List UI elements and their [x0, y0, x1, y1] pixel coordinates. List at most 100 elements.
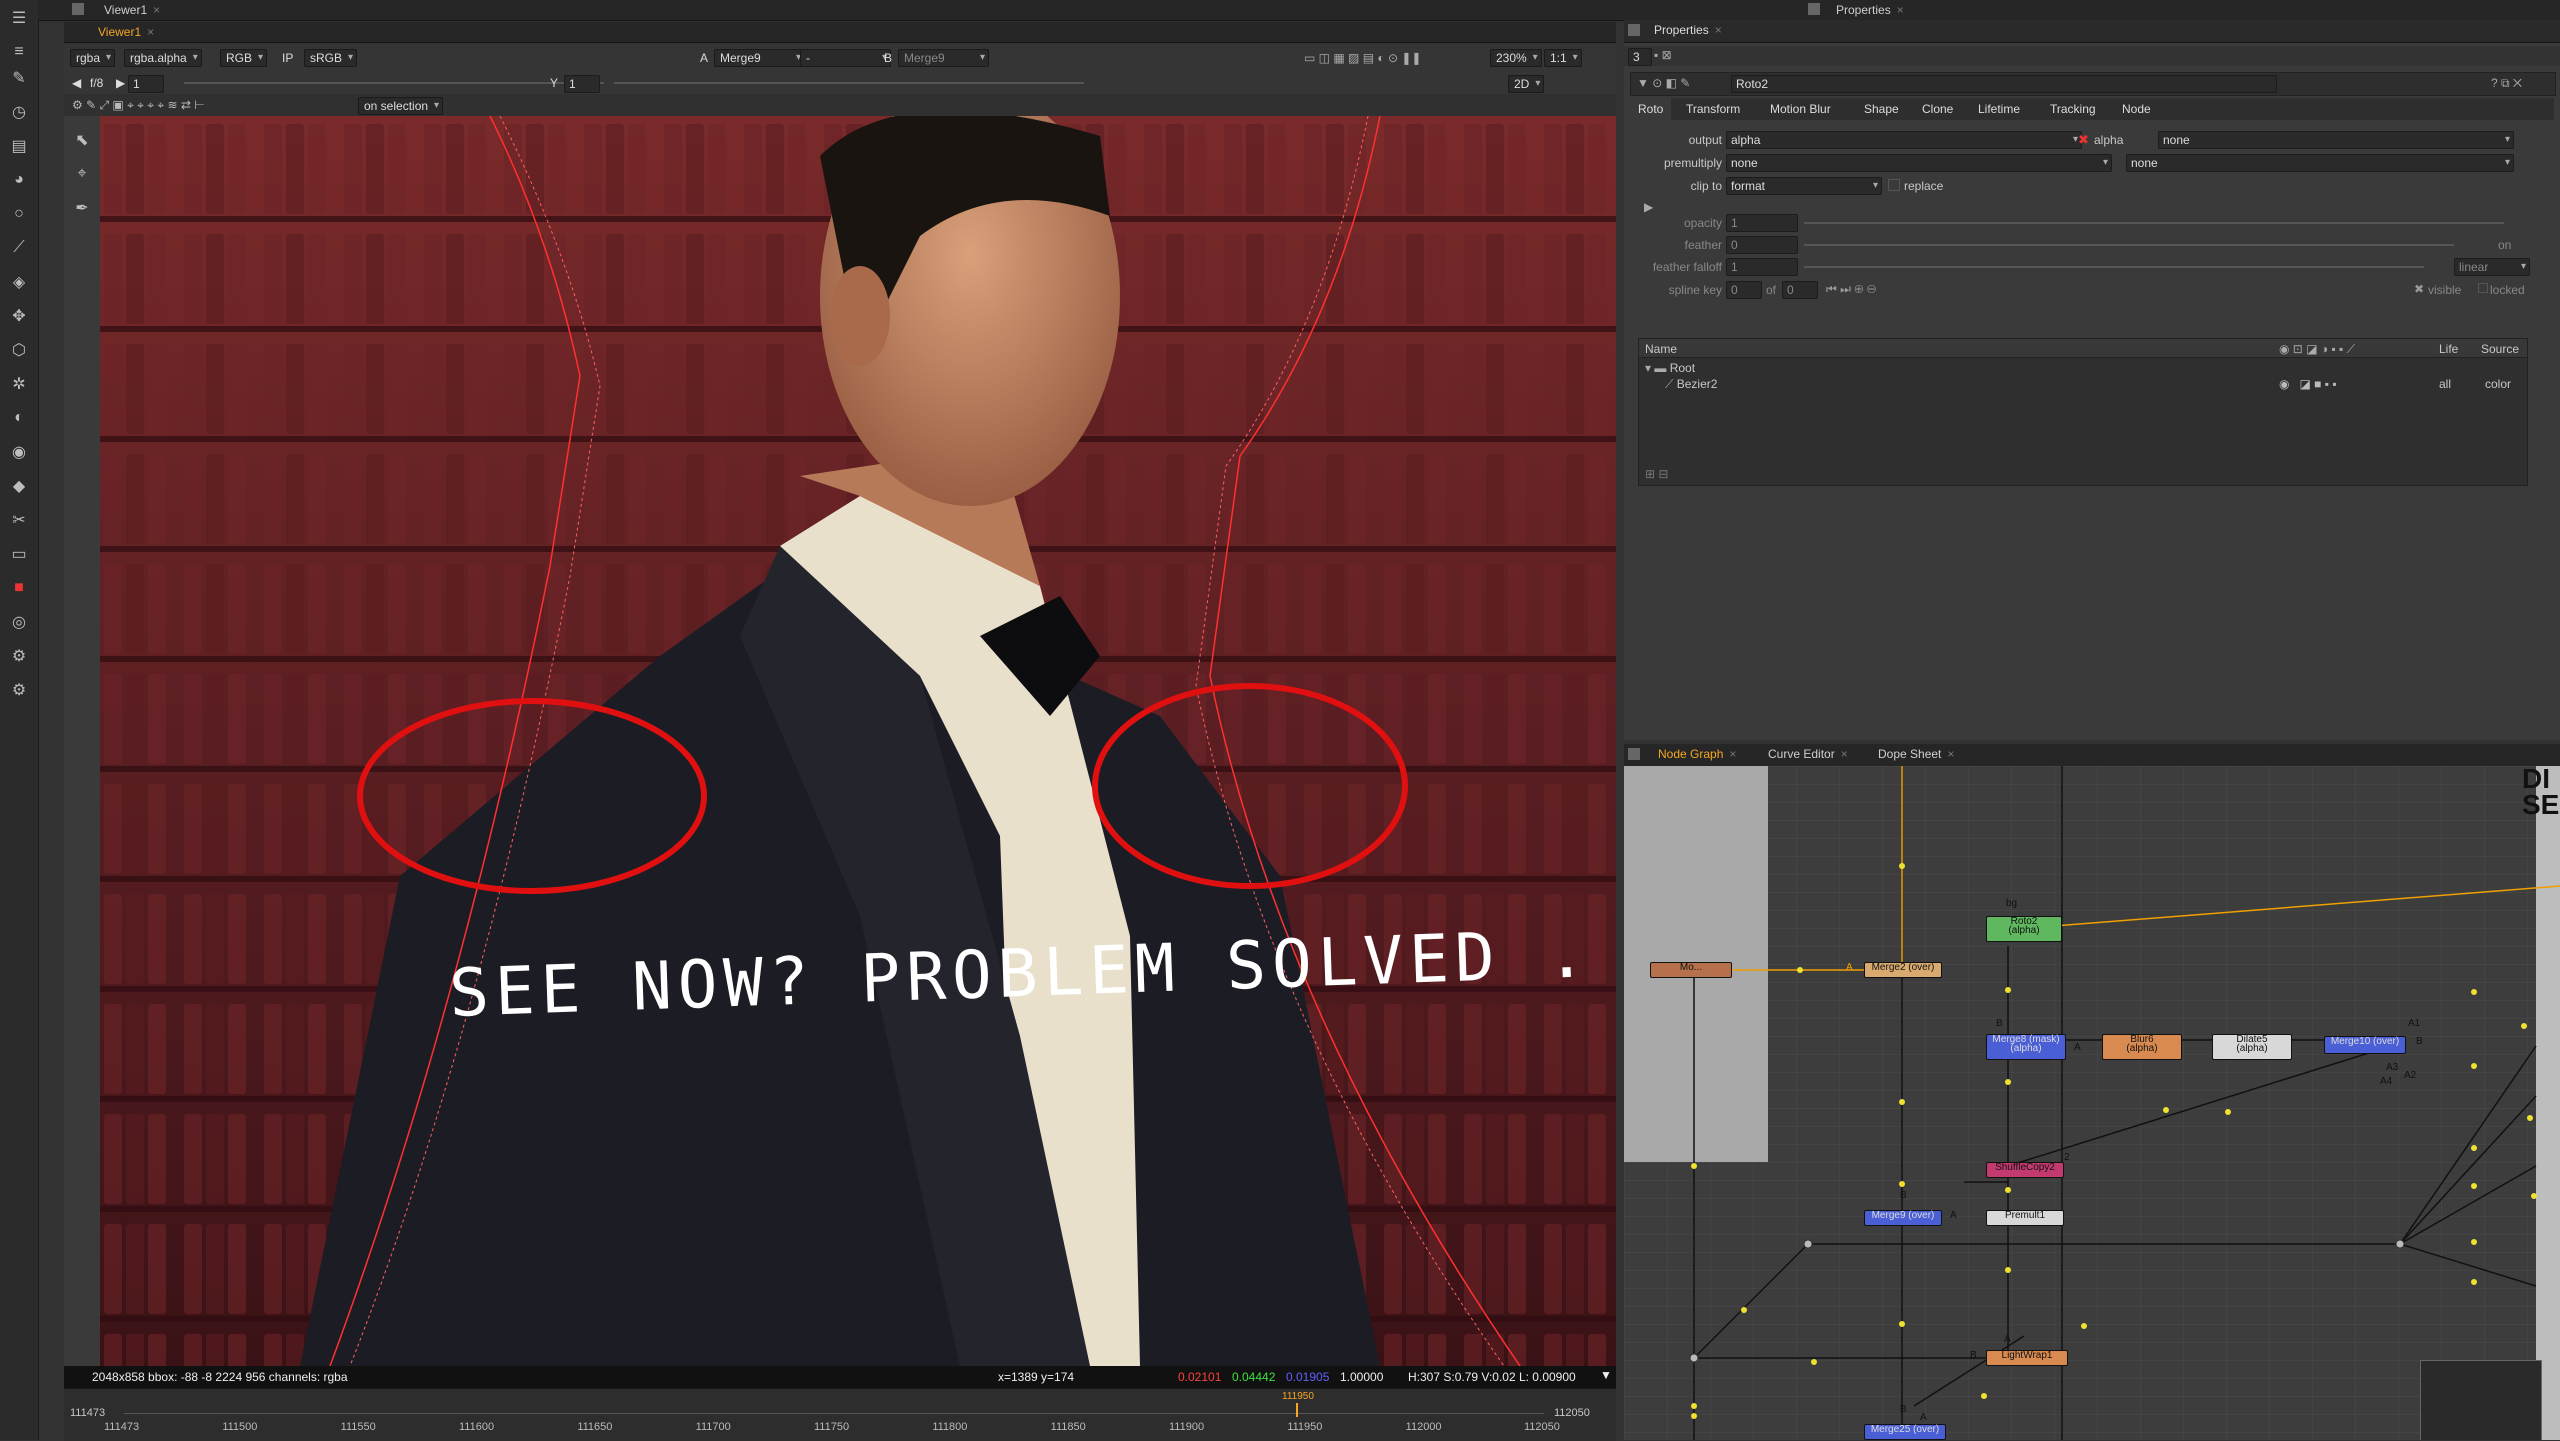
navigator-minimap[interactable]	[2420, 1360, 2542, 1440]
node-lightwrap1[interactable]: LightWrap1	[1986, 1350, 2068, 1366]
opacity-field[interactable]: 1	[1726, 214, 1798, 232]
viewer-image[interactable]: SEE NOW? PROBLEM SOLVED .	[100, 116, 1616, 1366]
output-right-dropdown[interactable]: none	[2158, 131, 2514, 149]
gain-slider[interactable]	[184, 82, 604, 84]
circle-icon[interactable]: ○	[7, 202, 31, 226]
next-icon[interactable]: ▶	[116, 74, 125, 92]
tab-motion-blur[interactable]: Motion Blur	[1762, 98, 1839, 120]
input-b-dropdown[interactable]: Merge9	[898, 49, 989, 67]
node-left[interactable]: Mo...	[1650, 962, 1732, 978]
node-merge9[interactable]: Merge9 (over)	[1864, 1210, 1942, 1226]
playhead[interactable]	[1296, 1403, 1298, 1417]
premultiply-dropdown[interactable]: none	[1726, 154, 2112, 172]
node-merge25[interactable]: Merge25 (over)	[1864, 1424, 1946, 1440]
roto-tool-icons[interactable]: ⚙ ✎ ⤢ ▣ ⌖ ⌖ ⌖ ⌖ ≋ ⇄ ⊢	[72, 96, 205, 114]
compare-dropdown[interactable]: -	[800, 49, 891, 67]
of-field[interactable]: 0	[1782, 281, 1818, 299]
clip-to-dropdown[interactable]: format	[1726, 177, 1882, 195]
node-roto2[interactable]: Roto2 (alpha)	[1986, 916, 2062, 942]
gizmo2-icon[interactable]: ⚙	[7, 678, 31, 702]
viewer-tools-icons[interactable]: ▭ ◫ ▦ ▨ ▤ ◐ ⊙ ❚❚	[1304, 49, 1421, 67]
premultiply-right-dropdown[interactable]: none	[2126, 154, 2514, 172]
feather-falloff-field[interactable]: 1	[1726, 258, 1798, 276]
menu-icon[interactable]: ☰	[7, 6, 31, 30]
pane-menu-icon[interactable]	[72, 3, 84, 15]
node-dilate5[interactable]: Dilate5 (alpha)	[2212, 1034, 2292, 1060]
tab-properties[interactable]: Properties ×	[1646, 20, 1730, 40]
tab-tracking[interactable]: Tracking	[2042, 98, 2104, 120]
gizmo-icon[interactable]: ⚙	[7, 644, 31, 668]
brush-icon[interactable]: ⟋	[7, 236, 31, 260]
layer-dropdown[interactable]: rgba.alpha	[124, 49, 202, 67]
tree-add-remove-buttons[interactable]: ⊞ ⊟	[1645, 467, 1668, 481]
replace-checkbox[interactable]	[1888, 179, 1900, 191]
select-tool-icon[interactable]: ⬉	[70, 128, 94, 152]
tab-viewer1[interactable]: Viewer1 ×	[90, 22, 162, 42]
opacity-slider[interactable]	[1804, 222, 2504, 224]
shape-flags-icons[interactable]: ◉ ◪ ■ ▪ ▪	[2279, 377, 2337, 391]
feather-field[interactable]: 0	[1726, 236, 1798, 254]
max-panels-field[interactable]: 3	[1628, 48, 1652, 66]
node-premult1[interactable]: Premult1	[1986, 1210, 2064, 1226]
frame-field[interactable]: 1	[128, 75, 164, 93]
feather-falloff-slider[interactable]	[1804, 266, 2424, 268]
tab-node-graph[interactable]: Node Graph ×	[1650, 744, 1744, 764]
pane-menu-icon-3[interactable]	[1628, 748, 1640, 760]
props-pane-menu-icon[interactable]	[1808, 3, 1820, 15]
tab-clone[interactable]: Clone	[1914, 98, 1961, 120]
timeline-end[interactable]: 112050	[1554, 1407, 1590, 1419]
node-blur6[interactable]: Blur6 (alpha)	[2102, 1034, 2182, 1060]
plugin-icon[interactable]: ■	[7, 576, 31, 600]
stack-icon[interactable]: ▤	[7, 134, 31, 158]
tab-curve-editor[interactable]: Curve Editor ×	[1760, 744, 1856, 764]
globe-icon[interactable]: ◎	[7, 610, 31, 634]
folder-icon[interactable]: ▭	[7, 542, 31, 566]
bezier-tool-icon[interactable]: ✒	[70, 196, 94, 220]
tab-properties-top[interactable]: Properties ×	[1828, 0, 1912, 20]
node-shufflecopy[interactable]: ShuffleCopy2	[1986, 1162, 2064, 1178]
zoom-dropdown[interactable]: 230%	[1490, 49, 1542, 67]
alpha-checkbox[interactable]: ✖	[2078, 132, 2089, 148]
tab-node[interactable]: Node	[2114, 98, 2159, 120]
output-dropdown[interactable]: alpha	[1726, 131, 2082, 149]
key-nav-icons[interactable]: ⏮ ⏭ ⊕ ⊖	[1826, 282, 1876, 297]
tab-shape[interactable]: Shape	[1856, 98, 1907, 120]
falloff-type-dropdown[interactable]: linear	[2454, 258, 2530, 276]
input-a-dropdown[interactable]: Merge9	[714, 49, 805, 67]
channels-icon[interactable]: ◈	[7, 270, 31, 294]
tag-icon[interactable]: ◆	[7, 474, 31, 498]
layers-icon[interactable]: ≡	[7, 40, 31, 64]
channels-dropdown[interactable]: rgba	[70, 49, 116, 67]
node-graph-canvas[interactable]: Roto2 (alpha) bg Merge2 (over) Mo... Merg…	[1624, 766, 2560, 1440]
lock-icon[interactable]: ▪ ⊠	[1654, 48, 1672, 62]
node-merge10[interactable]: Merge10 (over)	[2324, 1036, 2406, 1054]
status-menu-icon[interactable]: ▼	[1600, 1368, 1612, 1382]
node-name-field[interactable]: Roto2	[1731, 75, 2277, 93]
tree-root-row[interactable]: ▾ ▬ Root	[1645, 361, 1695, 375]
particle-icon[interactable]: ✲	[7, 372, 31, 396]
prev-icon[interactable]: ◀	[72, 74, 81, 92]
expand-arrow-icon[interactable]: ▶	[1644, 200, 1653, 214]
tab-transform[interactable]: Transform	[1678, 98, 1748, 120]
ip-button[interactable]: IP	[282, 49, 293, 67]
pane-menu-icon-2[interactable]	[1628, 24, 1640, 36]
time-icon[interactable]: ◐	[7, 406, 31, 430]
tab-viewer1-top[interactable]: Viewer1 ×	[96, 0, 168, 20]
lut-dropdown[interactable]: sRGB	[304, 49, 358, 67]
node-collapse-icon[interactable]: ▼ ⊙ ◧ ✎	[1637, 76, 1690, 90]
timeline-start[interactable]: 111473	[70, 1407, 105, 1419]
transform-icon[interactable]: ✥	[7, 304, 31, 328]
locked-checkbox[interactable]	[2478, 283, 2488, 293]
tools-icon[interactable]: ✂	[7, 508, 31, 532]
palette-icon[interactable]: ◕	[7, 168, 31, 192]
gamma-field[interactable]: 1	[564, 75, 600, 93]
mode-dropdown[interactable]: RGB	[220, 49, 268, 67]
points-tool-icon[interactable]: ⌖	[70, 162, 94, 186]
view-mode-dropdown[interactable]: 2D	[1508, 75, 1545, 93]
timeline-track[interactable]	[124, 1397, 1544, 1414]
pen-icon[interactable]: ✎	[7, 66, 31, 90]
spline-key-field[interactable]: 0	[1726, 281, 1762, 299]
tree-shape-row[interactable]: ⟋ Bezier2	[1665, 377, 1717, 392]
eye-icon[interactable]: ◉	[7, 440, 31, 464]
ratio-dropdown[interactable]: 1:1	[1544, 49, 1582, 67]
